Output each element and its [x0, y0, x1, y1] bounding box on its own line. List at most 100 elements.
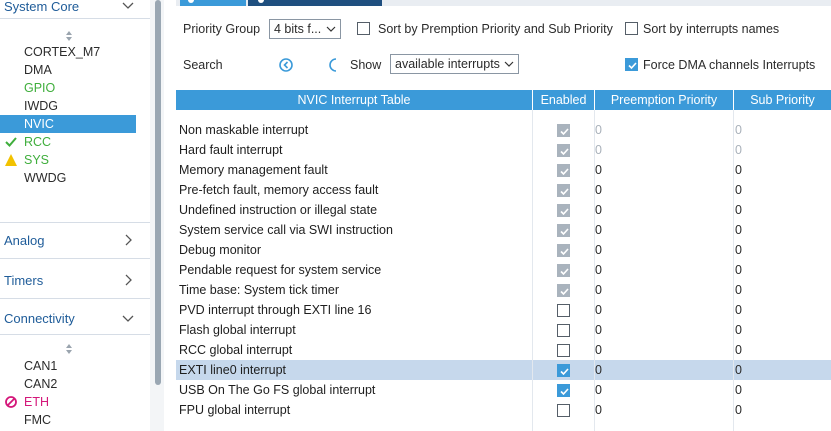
category-connectivity[interactable]: Connectivity — [0, 308, 150, 330]
enabled-checkbox — [557, 204, 570, 217]
preemption-priority-cell[interactable]: 0 — [595, 360, 602, 380]
sidebar-item-fmc[interactable]: FMC — [0, 411, 136, 429]
enabled-checkbox[interactable] — [557, 404, 570, 417]
check-icon — [628, 62, 637, 70]
sidebar-item-label: CAN1 — [24, 359, 58, 373]
sub-priority-cell[interactable]: 0 — [735, 300, 742, 320]
preemption-priority-cell[interactable]: 0 — [595, 180, 602, 200]
sidebar-item-eth[interactable]: ETH — [0, 393, 136, 411]
sub-priority-cell[interactable]: 0 — [735, 220, 742, 240]
divider — [0, 298, 150, 299]
enabled-checkbox — [557, 284, 570, 297]
category-timers[interactable]: Timers — [0, 270, 150, 292]
preemption-priority-cell[interactable]: 0 — [595, 160, 602, 180]
preemption-priority-cell[interactable]: 0 — [595, 220, 602, 240]
sub-priority-cell[interactable]: 0 — [735, 360, 742, 380]
interrupt-name: Hard fault interrupt — [179, 143, 283, 157]
check-icon — [560, 388, 569, 396]
interrupt-name: PVD interrupt through EXTI line 16 — [179, 303, 372, 317]
interrupt-name: RCC global interrupt — [179, 343, 293, 357]
header-sub-priority[interactable]: Sub Priority — [734, 90, 831, 110]
preemption-priority-cell[interactable]: 0 — [595, 400, 602, 420]
sidebar-item-wwdg[interactable]: WWDG — [0, 169, 136, 187]
sidebar-item-can2[interactable]: CAN2 — [0, 375, 136, 393]
header-preemption-priority[interactable]: Preemption Priority — [595, 90, 733, 110]
preemption-priority-cell[interactable]: 0 — [595, 260, 602, 280]
check-icon — [560, 208, 569, 216]
sub-priority-cell[interactable]: 0 — [735, 260, 742, 280]
sidebar-item-dma[interactable]: DMA — [0, 61, 136, 79]
sidebar-item-label: CORTEX_M7 — [24, 45, 101, 59]
sub-priority-cell[interactable]: 0 — [735, 340, 742, 360]
category-label: System Core — [4, 0, 80, 14]
sub-priority-cell[interactable]: 0 — [735, 180, 742, 200]
sort-priority-checkbox[interactable] — [357, 22, 370, 35]
preemption-priority-cell[interactable]: 0 — [595, 140, 602, 160]
sidebar-item-iwdg[interactable]: IWDG — [0, 97, 136, 115]
preemption-priority-cell[interactable]: 0 — [595, 200, 602, 220]
sidebar-scrollbar-thumb[interactable] — [155, 0, 161, 385]
header-interrupt-name[interactable]: NVIC Interrupt Table — [176, 90, 532, 110]
sub-priority-cell[interactable]: 0 — [735, 200, 742, 220]
preemption-priority-cell[interactable]: 0 — [595, 300, 602, 320]
sort-names-checkbox[interactable] — [625, 22, 638, 35]
search-label: Search — [183, 58, 223, 72]
sub-priority-cell[interactable]: 0 — [735, 140, 742, 160]
preemption-priority-cell[interactable]: 0 — [595, 340, 602, 360]
sub-priority-cell[interactable]: 0 — [735, 240, 742, 260]
check-icon — [560, 268, 569, 276]
category-label: Analog — [4, 233, 45, 248]
priority-group-dropdown[interactable]: 4 bits f... — [269, 19, 341, 39]
sidebar-item-label: GPIO — [24, 81, 56, 95]
enabled-checkbox[interactable] — [557, 364, 570, 377]
search-next-icon[interactable] — [329, 57, 337, 73]
preemption-priority-cell[interactable]: 0 — [595, 280, 602, 300]
sort-icon[interactable] — [64, 343, 74, 355]
category-analog[interactable]: Analog — [0, 230, 150, 252]
preemption-priority-cell[interactable]: 0 — [595, 320, 602, 340]
interrupt-name: USB On The Go FS global interrupt — [179, 383, 376, 397]
sidebar-item-can1[interactable]: CAN1 — [0, 357, 136, 375]
sidebar-item-rcc[interactable]: RCC — [0, 133, 136, 151]
sub-priority-cell[interactable]: 0 — [735, 160, 742, 180]
sort-icon[interactable] — [64, 30, 74, 42]
sidebar-item-gpio[interactable]: GPIO — [0, 79, 136, 97]
search-previous-icon[interactable] — [278, 57, 294, 73]
sub-priority-cell[interactable]: 0 — [735, 280, 742, 300]
sidebar-item-label: DMA — [24, 63, 52, 77]
check-icon — [560, 168, 569, 176]
sub-priority-cell[interactable]: 0 — [735, 320, 742, 340]
divider — [0, 334, 150, 335]
preemption-priority-cell[interactable]: 0 — [595, 240, 602, 260]
sidebar-item-cortex-m7[interactable]: CORTEX_M7 — [0, 43, 136, 61]
preemption-priority-cell[interactable]: 0 — [595, 120, 602, 140]
force-dma-checkbox[interactable] — [625, 58, 638, 71]
check-icon — [560, 128, 569, 136]
sidebar: System Core CORTEX_M7 DMA GPIO IWDG NVIC RCC S… — [0, 0, 157, 431]
sidebar-item-nvic[interactable]: NVIC — [0, 115, 136, 133]
category-label: Timers — [4, 273, 44, 288]
enabled-checkbox[interactable] — [557, 324, 570, 337]
sidebar-item-sys[interactable]: SYS — [0, 151, 136, 169]
header-enabled[interactable]: Enabled — [533, 90, 594, 110]
enabled-checkbox[interactable] — [557, 344, 570, 357]
enabled-checkbox[interactable] — [557, 304, 570, 317]
column-divider — [733, 110, 734, 431]
show-dropdown[interactable]: available interrupts — [390, 54, 519, 74]
interrupt-name: Pendable request for system service — [179, 263, 382, 277]
interrupt-name: Debug monitor — [179, 243, 261, 257]
sub-priority-cell[interactable]: 0 — [735, 120, 742, 140]
sub-priority-cell[interactable]: 0 — [735, 380, 742, 400]
check-icon — [560, 288, 569, 296]
sidebar-item-label: WWDG — [24, 171, 67, 185]
sub-priority-cell[interactable]: 0 — [735, 400, 742, 420]
interrupt-name: Time base: System tick timer — [179, 283, 339, 297]
enabled-checkbox[interactable] — [557, 384, 570, 397]
sidebar-item-label: RCC — [24, 135, 52, 149]
column-divider — [532, 110, 533, 431]
table-header: NVIC Interrupt Table Enabled Preemption … — [176, 90, 831, 110]
show-label: Show — [350, 58, 382, 72]
preemption-priority-cell[interactable]: 0 — [595, 380, 602, 400]
sort-priority-label: Sort by Premption Priority and Sub Prior… — [378, 22, 613, 36]
sidebar-item-label: ETH — [24, 395, 49, 409]
